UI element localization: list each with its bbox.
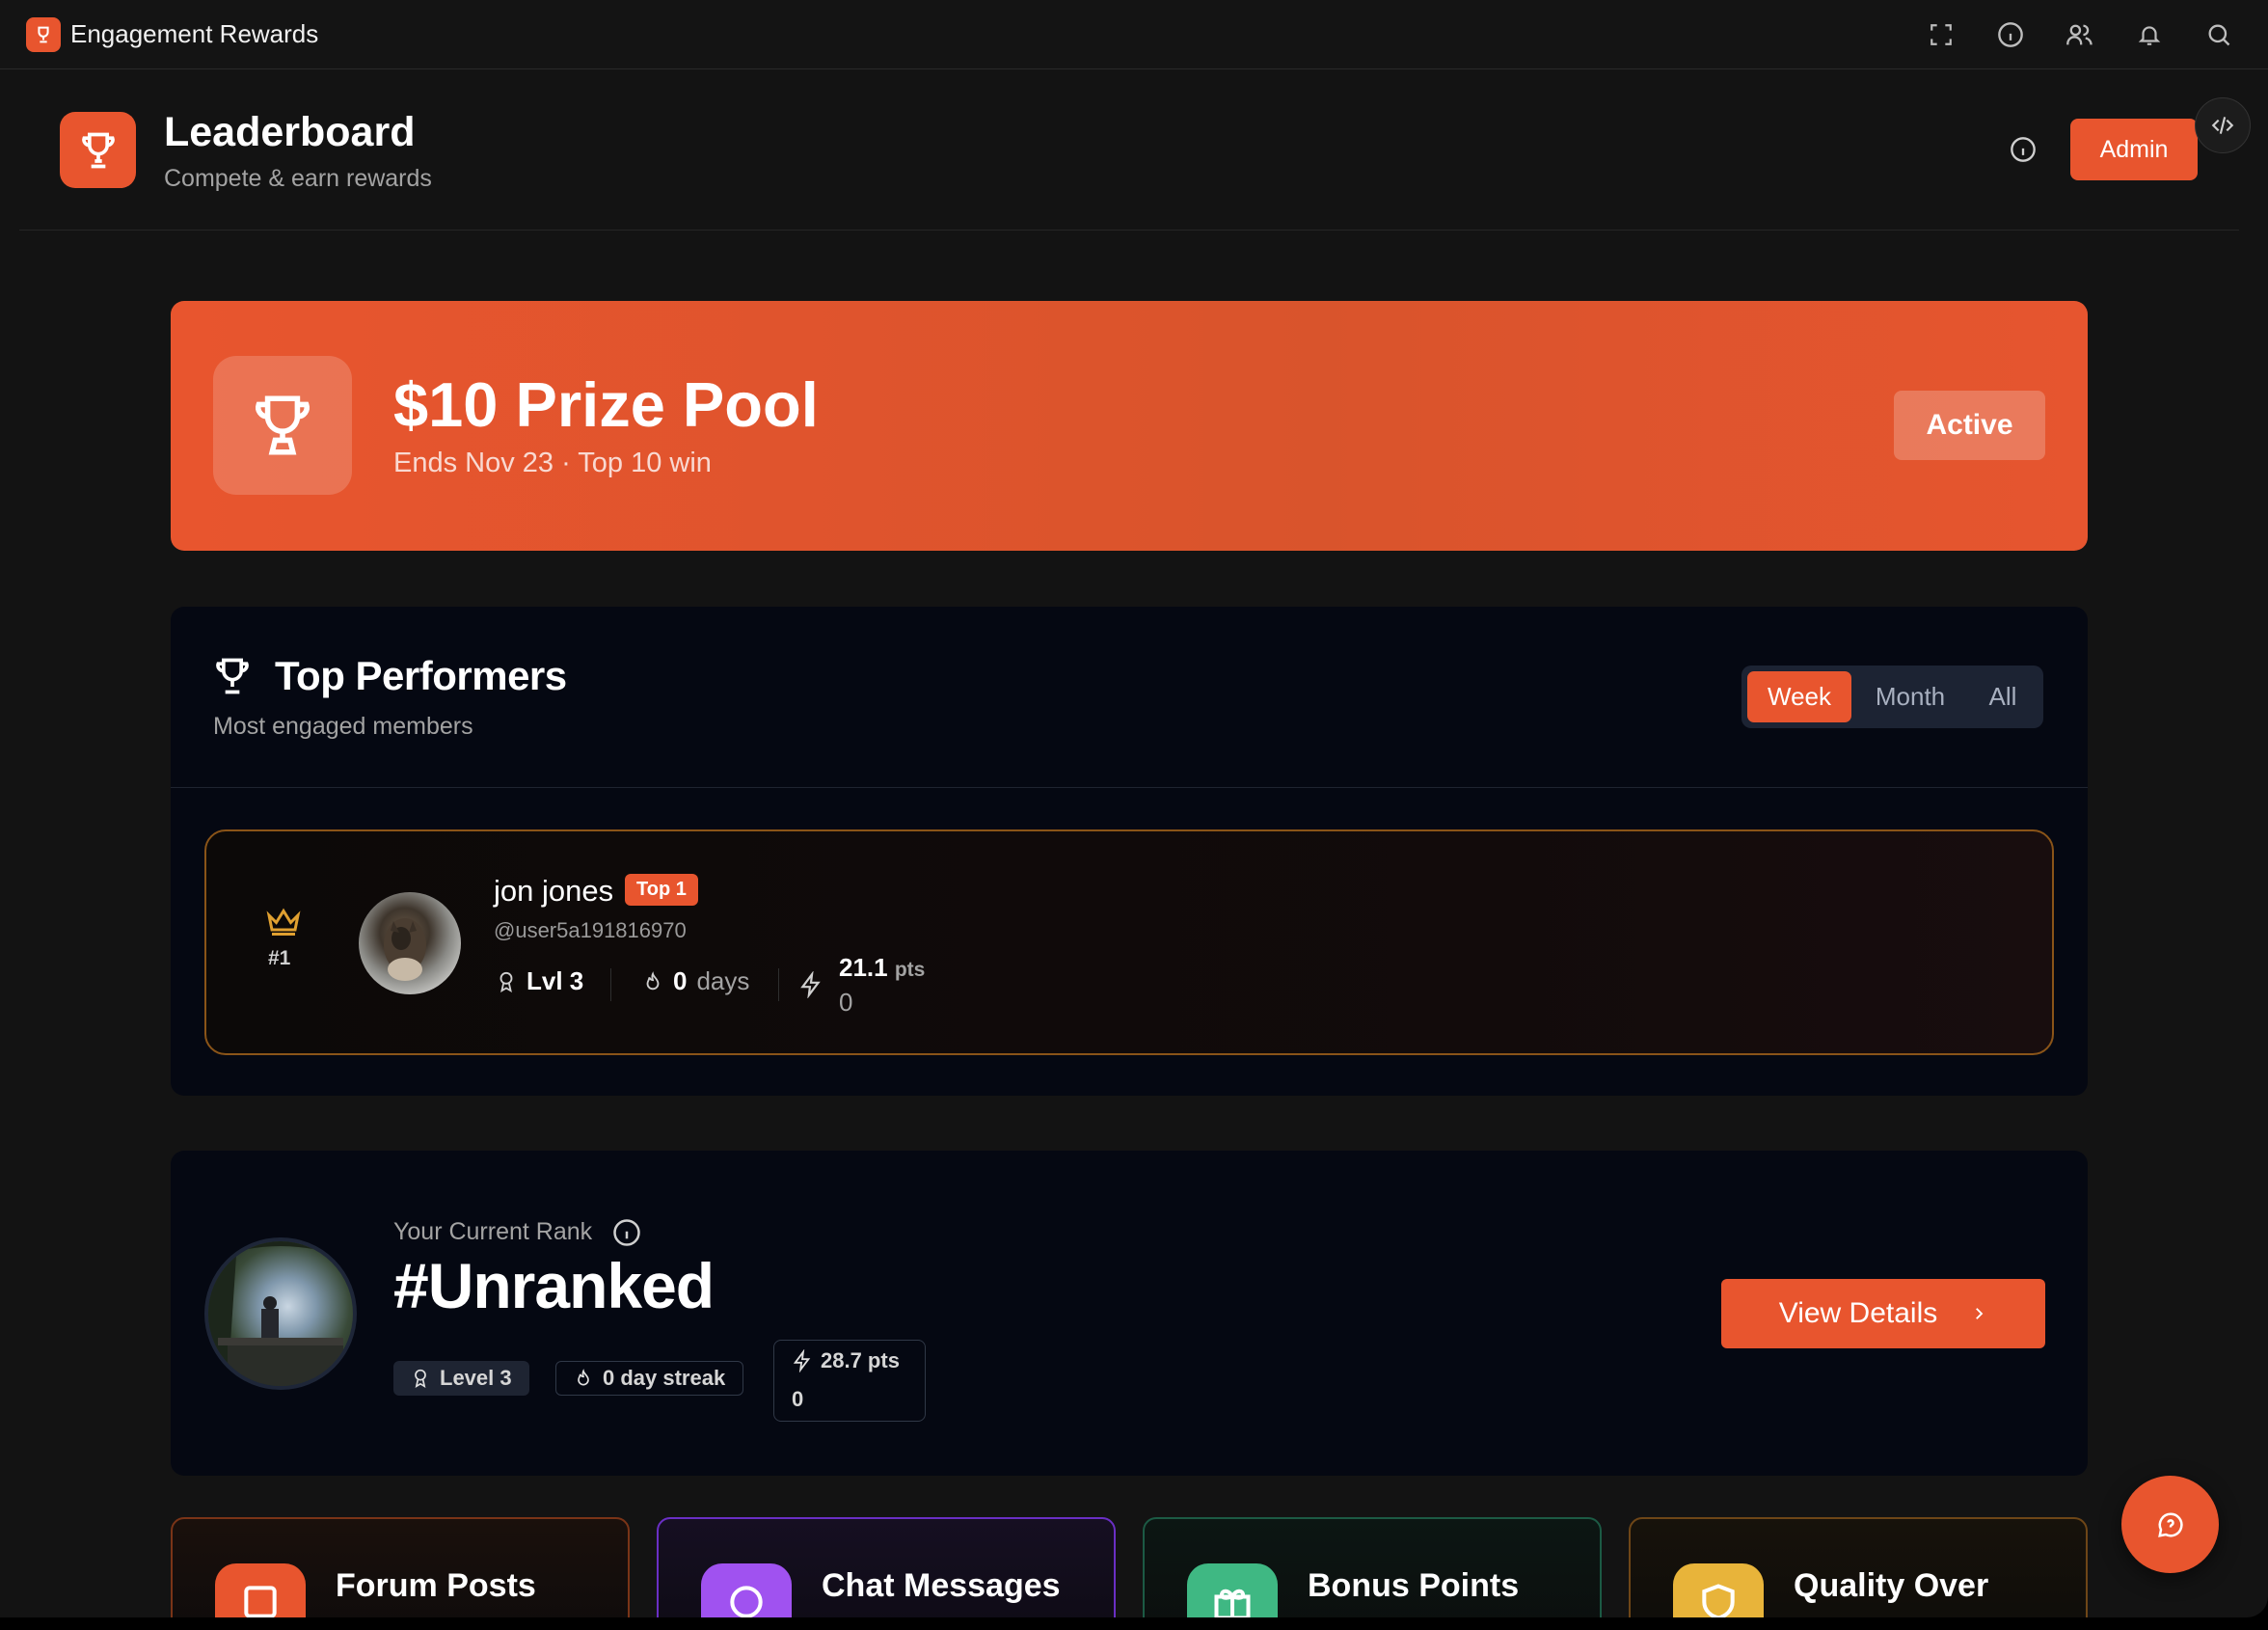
- user-handle: @user5a191816970: [494, 918, 687, 942]
- category-card-chat-messages[interactable]: Chat Messages: [657, 1517, 1116, 1617]
- fullscreen-icon[interactable]: [1924, 17, 1958, 52]
- title-bar: Engagement Rewards: [0, 0, 2268, 69]
- points-extra: 0: [792, 1387, 804, 1411]
- tab-all[interactable]: All: [1969, 671, 2037, 722]
- view-details-button[interactable]: View Details: [1721, 1279, 2045, 1348]
- rank-badge: Top 1: [625, 874, 698, 906]
- points-chip: 28.7 pts 0: [773, 1340, 926, 1422]
- app-title: Engagement Rewards: [70, 19, 319, 48]
- points-extra: 0: [839, 988, 853, 1017]
- streak-unit: days: [696, 966, 750, 995]
- points-unit: pts: [894, 959, 926, 981]
- trophy-icon: [60, 112, 136, 188]
- divider: [778, 968, 779, 1001]
- category-title: Chat Messages: [822, 1567, 1061, 1604]
- divider: [610, 968, 611, 1001]
- category-card-quality[interactable]: Quality Over: [1629, 1517, 2088, 1617]
- bell-icon[interactable]: [2132, 17, 2167, 52]
- section-title: Top Performers: [275, 653, 567, 698]
- leaderboard-row[interactable]: #1 jon jones Top 1 @user5a191816970 Lvl …: [204, 829, 2054, 1055]
- prize-title: $10 Prize Pool: [393, 369, 819, 440]
- points-value: 21.1 pts: [839, 953, 925, 983]
- current-rank-panel: Your Current Rank #Unranked Level 3 0 da…: [171, 1151, 2088, 1476]
- help-chat-icon: [2157, 1511, 2183, 1537]
- category-title: Bonus Points: [1308, 1567, 1520, 1604]
- avatar[interactable]: [359, 892, 461, 994]
- gift-icon: [1187, 1563, 1278, 1617]
- period-tabs: Week Month All: [1742, 666, 2043, 728]
- rank-value: #Unranked: [393, 1250, 715, 1321]
- rank-label: Your Current Rank: [393, 1218, 593, 1245]
- prize-subtitle: Ends Nov 23 · Top 10 win: [393, 448, 712, 478]
- level-stat: Lvl 3: [496, 966, 583, 996]
- category-card-bonus-points[interactable]: Bonus Points: [1143, 1517, 1602, 1617]
- page-title: Leaderboard: [164, 109, 416, 155]
- streak-label: 0 day streak: [603, 1366, 726, 1390]
- flame-icon: [578, 1369, 589, 1386]
- category-card-forum-posts[interactable]: Forum Posts: [171, 1517, 630, 1617]
- flame-icon: [646, 970, 660, 990]
- code-icon[interactable]: [2195, 97, 2251, 153]
- level-chip: Level 3: [393, 1361, 529, 1396]
- active-status-button[interactable]: Active: [1894, 391, 2045, 460]
- info-icon[interactable]: [612, 1218, 641, 1247]
- level-label: Level 3: [440, 1366, 512, 1390]
- top-performers-panel: Top Performers Most engaged members Week…: [171, 607, 2088, 1096]
- user-name: jon jones: [494, 874, 614, 908]
- category-title: Quality Over: [1794, 1567, 1989, 1604]
- info-icon[interactable]: [2006, 132, 2040, 167]
- lightning-icon: [793, 1349, 811, 1372]
- streak-stat: 0 days: [642, 966, 749, 996]
- award-icon: [500, 971, 513, 992]
- streak-value: 0: [673, 966, 688, 995]
- divider: [171, 787, 2088, 788]
- page-subtitle: Compete & earn rewards: [164, 165, 432, 192]
- trophy-icon: [213, 356, 352, 495]
- avatar[interactable]: [204, 1237, 357, 1390]
- shield-icon: [1673, 1563, 1764, 1617]
- points-number: 21.1: [839, 953, 888, 982]
- help-chat-button[interactable]: [2121, 1476, 2219, 1573]
- view-details-label: View Details: [1778, 1297, 1938, 1329]
- page-header: Leaderboard Compete & earn rewards Admin: [19, 70, 2251, 231]
- tab-week[interactable]: Week: [1747, 671, 1851, 722]
- app-window: Engagement Rewards Leaderboard Compete &…: [0, 0, 2268, 1617]
- trophy-icon: [216, 658, 249, 694]
- award-icon: [415, 1369, 426, 1389]
- lightning-icon: [800, 971, 821, 998]
- crown-icon: [266, 908, 301, 936]
- points-label: 28.7 pts: [821, 1348, 900, 1372]
- section-subtitle: Most engaged members: [213, 713, 473, 740]
- rank-number: #1: [268, 947, 291, 969]
- chat-bubble-icon: [701, 1563, 792, 1617]
- prize-pool-banner: $10 Prize Pool Ends Nov 23 · Top 10 win …: [171, 301, 2088, 551]
- search-icon[interactable]: [2201, 17, 2236, 52]
- users-icon[interactable]: [2063, 17, 2097, 52]
- category-title: Forum Posts: [336, 1567, 536, 1604]
- app-logo-icon: [26, 17, 61, 52]
- info-icon[interactable]: [1993, 17, 2028, 52]
- tab-month[interactable]: Month: [1855, 671, 1965, 722]
- level-value: Lvl 3: [526, 966, 584, 995]
- streak-chip: 0 day streak: [555, 1361, 744, 1396]
- chevron-right-icon: [1976, 1308, 1984, 1319]
- square-icon: [215, 1563, 306, 1617]
- admin-button[interactable]: Admin: [2070, 119, 2198, 180]
